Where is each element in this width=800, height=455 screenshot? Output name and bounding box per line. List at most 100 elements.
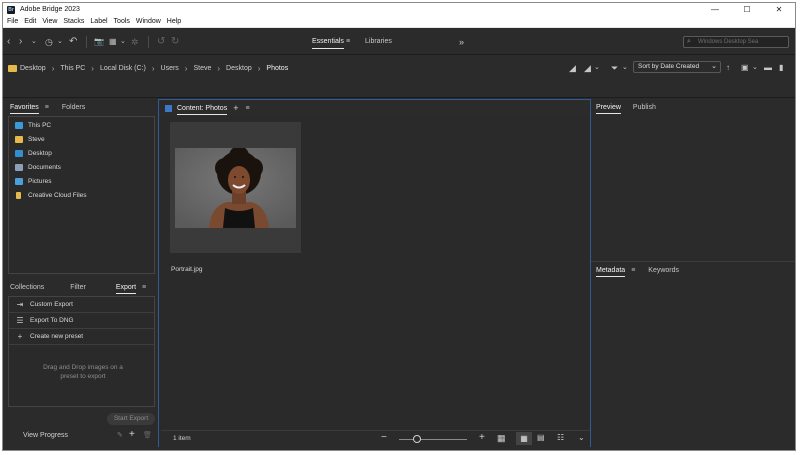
breadcrumb-separator-icon[interactable]: › <box>152 64 155 73</box>
tab-publish[interactable]: Publish <box>633 104 656 111</box>
breadcrumb-item[interactable]: Desktop <box>20 65 46 72</box>
camera-icon[interactable]: 📷 <box>94 29 104 55</box>
view-progress-link[interactable]: View Progress <box>23 432 68 439</box>
panel-menu-icon[interactable]: ≡ <box>142 284 146 291</box>
rotate-right-icon[interactable]: ↻ <box>171 29 179 55</box>
new-folder-icon[interactable]: ▬ <box>764 62 772 74</box>
search-input[interactable]: ⌕ Windows Desktop Sea <box>683 36 789 48</box>
minimize-button[interactable]: — <box>699 3 731 16</box>
favorite-item-this-pc[interactable]: This PC <box>15 120 51 130</box>
menu-label[interactable]: Label <box>90 18 107 25</box>
sort-ascending-icon[interactable]: ↑ <box>726 62 730 74</box>
recent-chevron-icon[interactable]: ⌄ <box>57 29 63 55</box>
sort-dropdown[interactable]: Sort by Date Created ⌄ <box>633 61 721 73</box>
quality-icon[interactable]: ◢ <box>569 62 576 74</box>
rating-chevron-icon[interactable]: ⌄ <box>594 62 600 74</box>
tab-folders[interactable]: Folders <box>62 104 85 111</box>
breadcrumb-item[interactable]: Steve <box>193 65 211 72</box>
more-workspaces-icon[interactable]: » <box>459 29 464 55</box>
menu-edit[interactable]: Edit <box>24 18 36 25</box>
tab-metadata[interactable]: Metadata <box>596 267 626 277</box>
recent-files-icon[interactable]: ◷ <box>45 29 53 55</box>
breadcrumb-separator-icon[interactable]: › <box>185 64 188 73</box>
view-details-icon[interactable]: ▤ <box>537 433 545 442</box>
panel-menu-icon[interactable]: ≡ <box>245 105 249 112</box>
breadcrumb-separator-icon[interactable]: › <box>217 64 220 73</box>
menu-window[interactable]: Window <box>136 18 161 25</box>
thumbnail-filename[interactable]: Portrait.jpg <box>171 266 202 273</box>
favorite-item-documents[interactable]: Documents <box>15 162 61 172</box>
workspace-libraries[interactable]: Libraries <box>365 29 392 55</box>
export-preset-custom[interactable]: ⇥ Custom Export <box>9 297 154 313</box>
breadcrumb-current[interactable]: Photos <box>266 65 288 72</box>
lock-grid-icon[interactable]: ▦ <box>497 433 506 444</box>
content-tab-color-icon <box>165 104 172 112</box>
thumbnail-size-slider[interactable] <box>399 439 467 440</box>
tab-filter[interactable]: Filter <box>70 284 86 291</box>
menu-stacks[interactable]: Stacks <box>63 18 84 25</box>
rating-filter-icon[interactable]: ◢ <box>584 62 591 74</box>
open-recent-folder-icon[interactable]: ▣ <box>741 62 749 74</box>
favorite-label: This PC <box>28 121 52 129</box>
tab-keywords[interactable]: Keywords <box>648 267 679 274</box>
thumbnail-cell[interactable] <box>170 122 301 253</box>
filter-funnel-icon[interactable]: ⏷ <box>611 62 618 74</box>
tab-favorites[interactable]: Favorites <box>10 104 39 114</box>
open-in-camera-raw-icon[interactable]: ✲ <box>131 29 139 55</box>
toolbar-divider <box>86 36 87 48</box>
close-button[interactable]: ✕ <box>763 3 795 16</box>
tab-collections[interactable]: Collections <box>10 284 44 291</box>
return-to-app-icon[interactable]: ↶ <box>69 29 77 55</box>
panel-menu-icon[interactable]: ≡ <box>631 267 635 274</box>
breadcrumb-separator-icon[interactable]: › <box>258 64 261 73</box>
favorite-item-steve[interactable]: Steve <box>15 134 45 144</box>
tab-content[interactable]: Content: Photos <box>177 105 228 115</box>
export-preset-dng[interactable]: ☰ Export To DNG <box>9 313 154 329</box>
thumbnail-image[interactable] <box>175 148 296 228</box>
chevron-down-icon[interactable]: ⌄ <box>31 29 37 55</box>
panel-menu-icon[interactable]: ≡ <box>45 104 49 111</box>
content-focus-border <box>590 99 591 447</box>
delete-preset-icon[interactable]: 🗑 <box>143 431 152 439</box>
create-new-preset[interactable]: + Create new preset <box>9 329 154 345</box>
edit-preset-icon[interactable]: ✎ <box>117 431 123 439</box>
menu-file[interactable]: File <box>7 18 18 25</box>
favorite-item-pictures[interactable]: Pictures <box>15 176 51 186</box>
tab-export[interactable]: Export <box>115 284 137 294</box>
delete-icon[interactable]: ▮ <box>779 62 783 74</box>
view-thumbnails-icon[interactable]: ▦ <box>516 432 532 445</box>
tab-preview[interactable]: Preview <box>596 104 621 114</box>
favorite-item-desktop[interactable]: Desktop <box>15 148 52 158</box>
menu-view[interactable]: View <box>42 18 57 25</box>
breadcrumb-item[interactable]: Local Disk (C:) <box>100 65 146 72</box>
refine-chevron-icon[interactable]: ⌄ <box>120 29 126 55</box>
breadcrumb-separator-icon[interactable]: › <box>52 64 55 73</box>
forward-icon[interactable]: › <box>19 29 22 55</box>
start-export-button[interactable]: Start Export <box>107 413 155 425</box>
rotate-left-icon[interactable]: ↺ <box>157 29 165 55</box>
slider-handle[interactable] <box>413 435 421 443</box>
breadcrumb-item[interactable]: Desktop <box>226 65 252 72</box>
menu-tools[interactable]: Tools <box>114 18 130 25</box>
cc-folder-icon <box>16 191 21 199</box>
view-list-icon[interactable]: ☷ <box>557 433 564 442</box>
filter-chevron-icon[interactable]: ⌄ <box>622 62 628 74</box>
breadcrumb-separator-icon[interactable]: › <box>91 64 94 73</box>
favorite-item-creative-cloud[interactable]: Creative Cloud Files <box>15 190 87 200</box>
breadcrumb-item[interactable]: Users <box>161 65 179 72</box>
breadcrumb: Desktop › This PC › Local Disk (C:) › Us… <box>8 64 288 73</box>
add-tab-icon[interactable]: + <box>233 103 238 113</box>
zoom-in-icon[interactable]: + <box>479 432 485 443</box>
back-icon[interactable]: ‹ <box>7 29 10 55</box>
view-chevron-icon[interactable]: ⌄ <box>578 433 585 442</box>
maximize-button[interactable]: ☐ <box>731 3 763 16</box>
workspace-essentials[interactable]: Essentials <box>312 29 344 55</box>
folder-icon <box>8 65 17 72</box>
breadcrumb-item[interactable]: This PC <box>60 65 85 72</box>
menu-help[interactable]: Help <box>167 18 181 25</box>
workspace-menu-icon[interactable]: ≡ <box>346 29 350 55</box>
add-preset-icon[interactable]: + <box>129 429 135 440</box>
zoom-out-icon[interactable]: − <box>381 432 387 443</box>
refine-icon[interactable]: ▦ <box>109 29 117 55</box>
recent-folder-chevron-icon[interactable]: ⌄ <box>752 62 758 74</box>
